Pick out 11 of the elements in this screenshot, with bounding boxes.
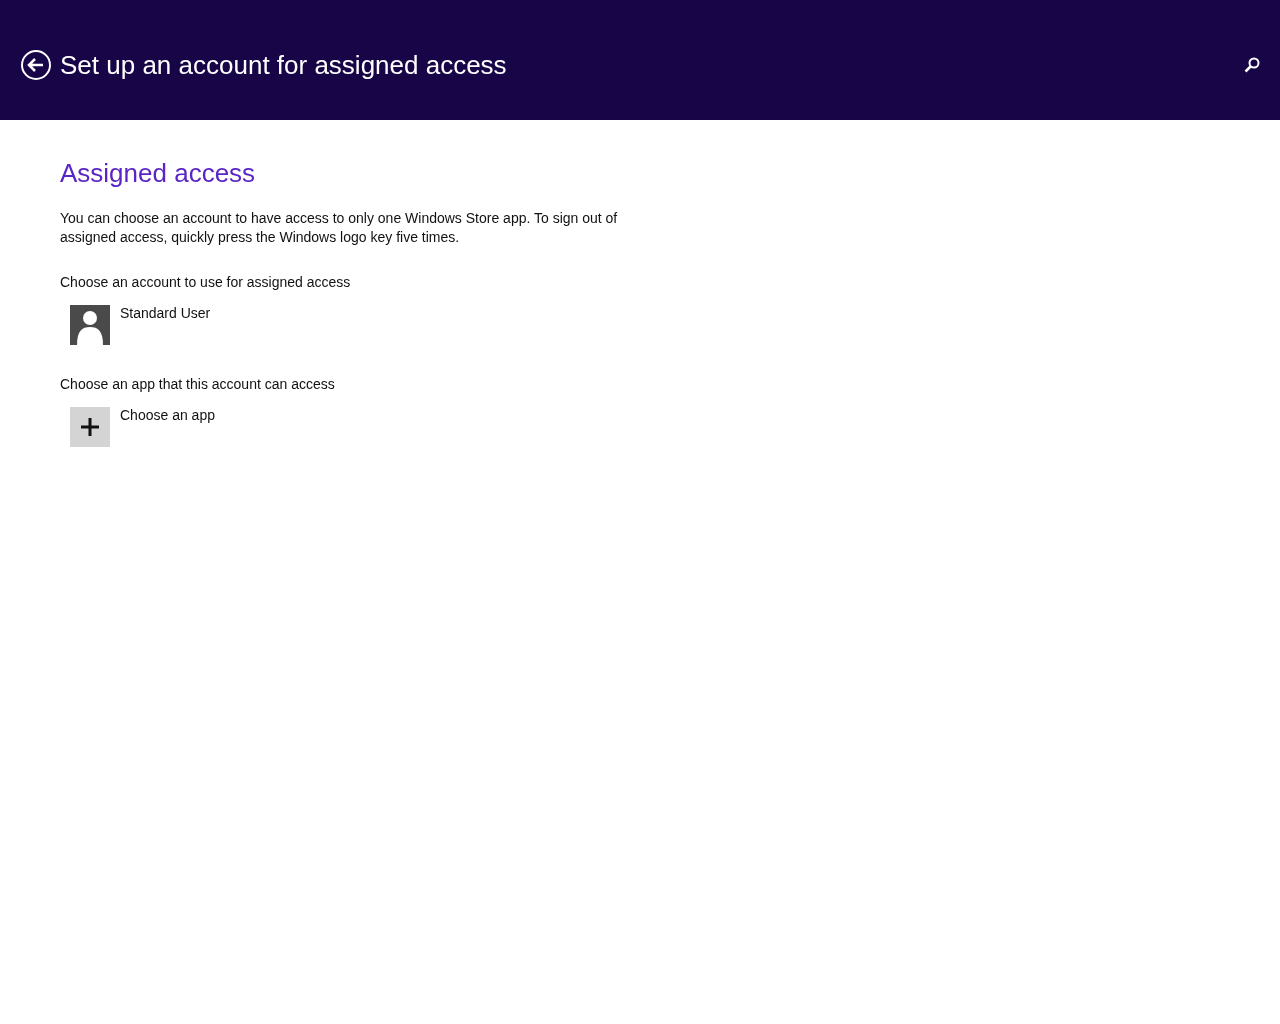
- section-heading: Assigned access: [60, 158, 256, 189]
- section-label: Choose an account to use for assigned access: [60, 274, 351, 290]
- search-icon[interactable]: [1244, 57, 1260, 73]
- page-title: Set up an account for assigned access: [60, 49, 508, 81]
- plus-icon[interactable]: [70, 407, 110, 447]
- account-name[interactable]: Standard User: [120, 305, 211, 321]
- choose-app-link[interactable]: Choose an app: [120, 407, 215, 423]
- user-avatar-icon: [70, 305, 110, 345]
- description: You can choose an account to have access to only one Windows Store app. To sign out of assigned access, quickly press the Windows logo key five times.: [60, 209, 619, 247]
- back-button[interactable]: [20, 49, 52, 81]
- section-label: Choose an app that this account can access: [60, 376, 335, 392]
